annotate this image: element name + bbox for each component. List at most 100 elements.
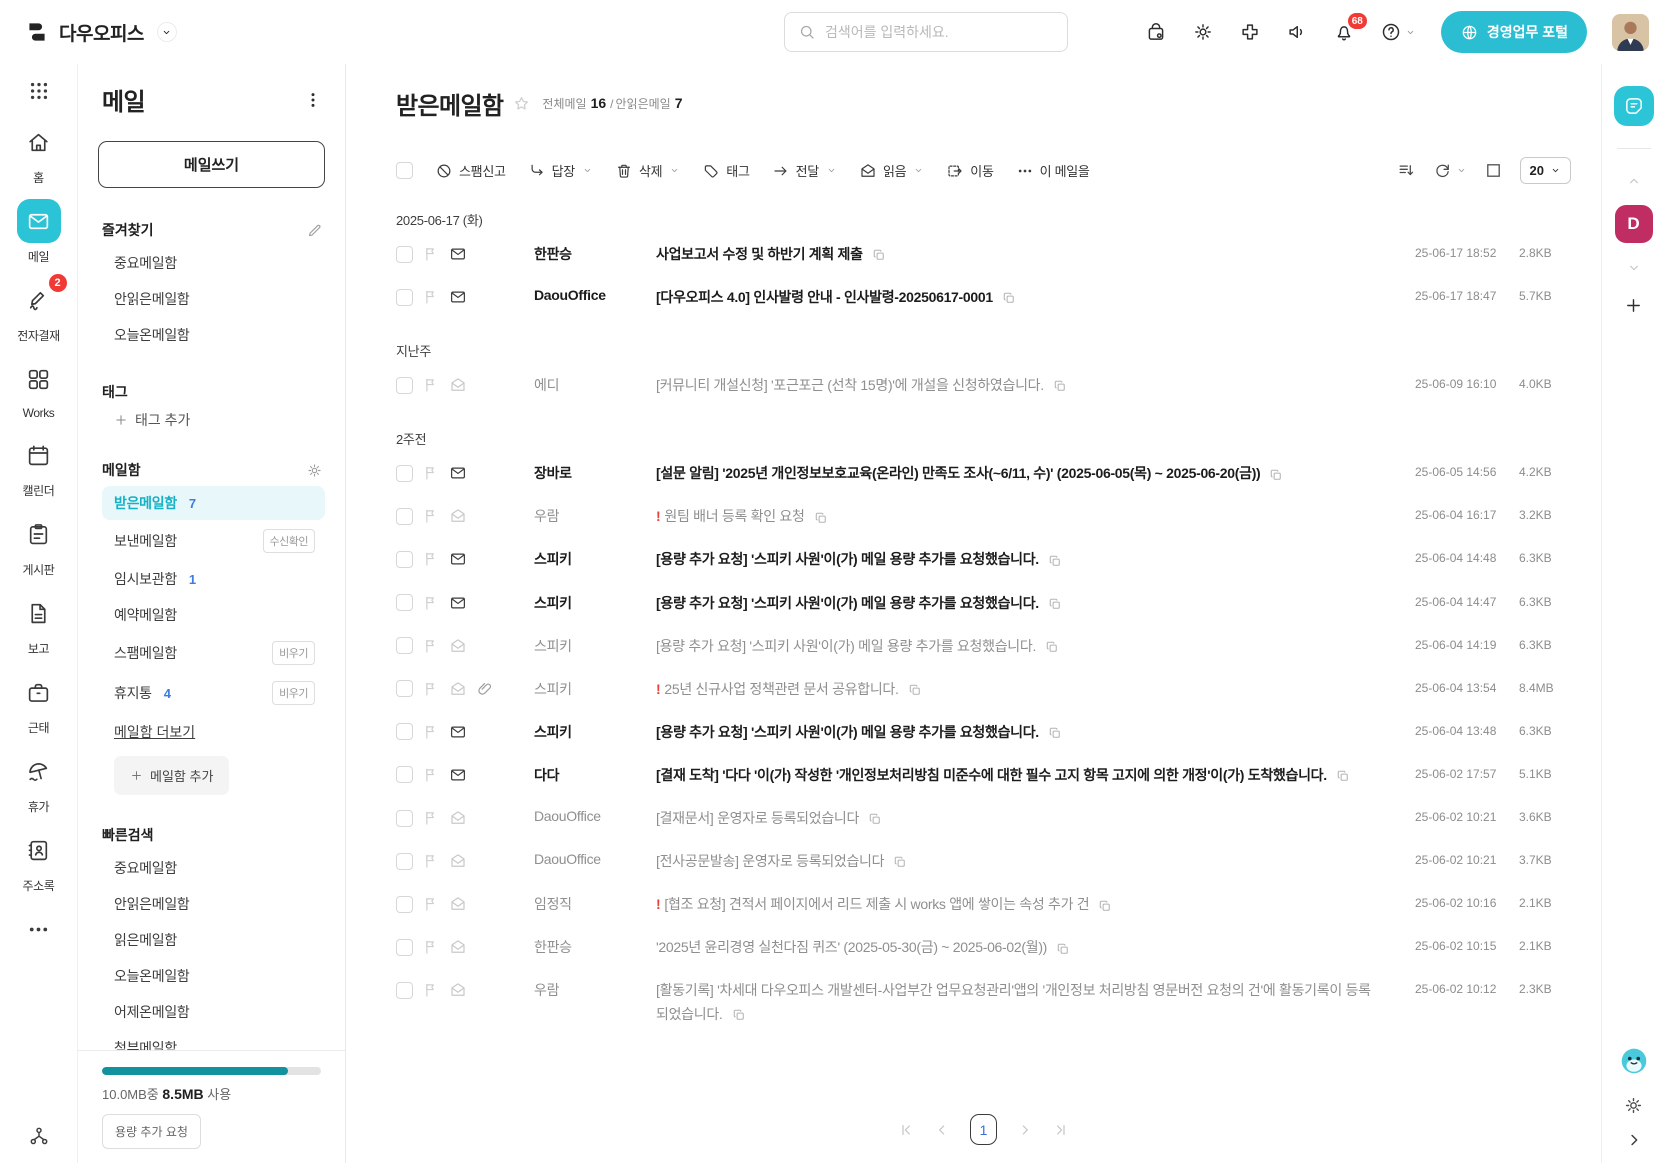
mail-subject[interactable]: [전사공문발송] 운영자로 등록되었습니다	[656, 850, 1415, 873]
rail-item-report[interactable]: 보고	[17, 591, 61, 657]
mailbox-folder[interactable]: 임시보관함1	[102, 562, 325, 596]
mailbox-folder[interactable]: 예약메일함	[102, 598, 325, 632]
mail-row[interactable]: 스피키[용량 추가 요청] '스피키 사원'이(가) 메일 용량 추가를 요청했…	[396, 625, 1571, 668]
mail-subject[interactable]: 사업보고서 수정 및 하반기 계획 제출	[656, 243, 1415, 266]
toolbar-delete-button[interactable]: 삭제	[615, 161, 680, 180]
sidebar-menu-button[interactable]	[303, 90, 323, 110]
mail-row[interactable]: 다다[결재 도착] '다다 '이(가) 작성한 '개인정보처리방침 미준수에 대…	[396, 754, 1571, 797]
mailbox-action-button[interactable]: 비우기	[272, 681, 315, 705]
app-store-button[interactable]	[1145, 21, 1167, 43]
mail-subject[interactable]: [다우오피스 4.0] 인사발령 안내 - 인사발령-20250617-0001	[656, 286, 1415, 309]
scroll-up-button[interactable]	[1626, 173, 1642, 189]
mail-row[interactable]: 우람!원팀 배너 등록 확인 요청25-06-04 16:173.2KB	[396, 495, 1571, 538]
mail-sender[interactable]: 우람	[534, 979, 656, 1000]
sound-button[interactable]	[1286, 21, 1308, 43]
mail-subject[interactable]: ![협조 요청] 견적서 페이지에서 리드 제출 시 works 앱에 쌓이는 …	[656, 893, 1415, 916]
mailbox-action-button[interactable]: 비우기	[272, 641, 315, 665]
mail-subject[interactable]: [용량 추가 요청] '스피키 사원'이(가) 메일 용량 추가를 요청했습니다…	[656, 592, 1415, 615]
mail-row[interactable]: 스피키[용량 추가 요청] '스피키 사원'이(가) 메일 용량 추가를 요청했…	[396, 711, 1571, 754]
favorite-folder[interactable]: 오늘온메일함	[102, 318, 325, 352]
mail-row[interactable]: DaouOffice[결재문서] 운영자로 등록되었습니다25-06-02 10…	[396, 797, 1571, 840]
last-page-button[interactable]	[1053, 1121, 1069, 1137]
row-checkbox[interactable]	[396, 982, 413, 999]
row-checkbox[interactable]	[396, 289, 413, 306]
row-checkbox[interactable]	[396, 594, 413, 611]
favorite-star-button[interactable]	[512, 94, 531, 113]
expand-right-button[interactable]	[1625, 1131, 1643, 1149]
mail-subject[interactable]: '2025년 윤리경영 실천다짐 퀴즈' (2025-05-30(금) ~ 20…	[656, 936, 1415, 959]
rail-item-mail[interactable]: 메일	[17, 199, 61, 265]
row-checkbox[interactable]	[396, 465, 413, 482]
row-checkbox[interactable]	[396, 551, 413, 568]
row-checkbox[interactable]	[396, 377, 413, 394]
row-checkbox[interactable]	[396, 853, 413, 870]
mailbox-folder[interactable]: 휴지통4비우기	[102, 674, 325, 712]
favorites-edit-button[interactable]	[306, 222, 323, 239]
quick-search-folder[interactable]: 읽은메일함	[102, 923, 325, 957]
panel-settings-button[interactable]	[1623, 1095, 1644, 1116]
quick-search-folder[interactable]: 안읽은메일함	[102, 887, 325, 921]
add-panel-button[interactable]	[1624, 296, 1643, 315]
mail-row[interactable]: DaouOffice[전사공문발송] 운영자로 등록되었습니다25-06-02 …	[396, 840, 1571, 883]
mail-sender[interactable]: 스피키	[534, 721, 656, 742]
refresh-button[interactable]	[1433, 161, 1467, 180]
favorite-folder[interactable]: 안읽은메일함	[102, 282, 325, 316]
mail-row[interactable]: 스피키[용량 추가 요청] '스피키 사원'이(가) 메일 용량 추가를 요청했…	[396, 582, 1571, 625]
row-checkbox[interactable]	[396, 637, 413, 654]
rail-item-attendance[interactable]: 근태	[17, 670, 61, 736]
mail-sender[interactable]: 스피키	[534, 635, 656, 656]
mail-sender[interactable]: 한판승	[534, 243, 656, 264]
current-page[interactable]: 1	[970, 1114, 997, 1145]
mail-sender[interactable]: 스피키	[534, 678, 656, 699]
memo-button[interactable]	[1614, 86, 1654, 126]
rail-item-works[interactable]: Works	[17, 357, 61, 420]
mail-row[interactable]: DaouOffice[다우오피스 4.0] 인사발령 안내 - 인사발령-202…	[396, 276, 1571, 319]
toolbar-read-button[interactable]: 읽음	[859, 161, 924, 180]
mailbox-action-button[interactable]: 수신확인	[263, 529, 315, 553]
sidebar-scroll-area[interactable]: 즐겨찾기 중요메일함안읽은메일함오늘온메일함 태그 태그 추가 메일함 받은메일…	[78, 188, 345, 1050]
add-tag-button[interactable]: 태그 추가	[102, 402, 190, 430]
next-page-button[interactable]	[1017, 1121, 1033, 1137]
toolbar-forward-button[interactable]: 전달	[772, 161, 837, 180]
mail-sender[interactable]: 스피키	[534, 548, 656, 569]
toolbar-this-mail-button[interactable]: 이 메일을	[1016, 161, 1090, 180]
mailbox-folder[interactable]: 스팸메일함비우기	[102, 634, 325, 672]
prev-page-button[interactable]	[934, 1121, 950, 1137]
request-storage-button[interactable]: 용량 추가 요청	[102, 1114, 201, 1149]
mailbox-settings-button[interactable]	[306, 462, 323, 479]
row-checkbox[interactable]	[396, 810, 413, 827]
rail-item-contacts[interactable]: 주소록	[17, 828, 61, 894]
rail-item-vacation[interactable]: 휴가	[17, 749, 61, 815]
mail-sender[interactable]: 한판승	[534, 936, 656, 957]
toolbar-move-button[interactable]: 이동	[946, 161, 993, 180]
row-checkbox[interactable]	[396, 723, 413, 740]
logo-chevron-button[interactable]	[157, 22, 177, 42]
mail-sender[interactable]: 임정직	[534, 893, 656, 914]
mail-row[interactable]: 에디[커뮤니티 개설신청] '포근포근 (선착 15명)'에 개설을 신청하였습…	[396, 364, 1571, 407]
mailbox-folder[interactable]: 받은메일함7	[102, 486, 325, 520]
scroll-down-button[interactable]	[1626, 259, 1642, 275]
mail-row[interactable]: 스피키!25년 신규사업 정책관련 문서 공유합니다.25-06-04 13:5…	[396, 668, 1571, 711]
rail-item-calendar[interactable]: 캘린더	[17, 433, 61, 499]
mail-row[interactable]: 한판승'2025년 윤리경영 실천다짐 퀴즈' (2025-05-30(금) ~…	[396, 926, 1571, 969]
mail-subject[interactable]: [용량 추가 요청] '스피키 사원'이(가) 메일 용량 추가를 요청했습니다…	[656, 635, 1415, 658]
user-avatar[interactable]	[1612, 14, 1649, 51]
page-size-select[interactable]: 20	[1520, 157, 1571, 184]
mail-row[interactable]: 우람[활동기록] '차세대 다우오피스 개발센터-사업부간 업무요청관리'앱의 …	[396, 969, 1571, 1035]
org-chart-button[interactable]	[28, 1125, 50, 1147]
row-checkbox[interactable]	[396, 896, 413, 913]
row-checkbox[interactable]	[396, 680, 413, 697]
mailbox-folder[interactable]: 보낸메일함수신확인	[102, 522, 325, 560]
sort-button[interactable]	[1397, 161, 1416, 180]
rail-item-home[interactable]: 홈	[17, 120, 61, 186]
mail-subject[interactable]: !원팀 배너 등록 확인 요청	[656, 505, 1415, 528]
mail-row[interactable]: 장바로[설문 알림] '2025년 개인정보보호교육(온라인) 만족도 조사(~…	[396, 452, 1571, 495]
mail-sender[interactable]: 우람	[534, 505, 656, 526]
mail-row[interactable]: 스피키[용량 추가 요청] '스피키 사원'이(가) 메일 용량 추가를 요청했…	[396, 538, 1571, 581]
integrations-button[interactable]	[1239, 21, 1261, 43]
mail-sender[interactable]: DaouOffice	[534, 807, 656, 824]
add-mailbox-button[interactable]: 메일함 추가	[114, 756, 229, 795]
favorite-folder[interactable]: 중요메일함	[102, 246, 325, 280]
split-view-toggle[interactable]	[1484, 161, 1503, 180]
mail-sender[interactable]: 스피키	[534, 592, 656, 613]
